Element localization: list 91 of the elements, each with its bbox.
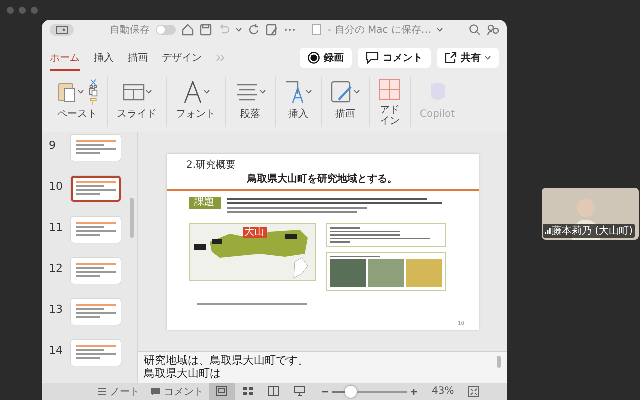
ribbon-group-label: スライド [117, 109, 157, 120]
slide-tag: 課題 [188, 196, 220, 208]
caret-icon [306, 90, 312, 94]
record-button[interactable]: 録画 [300, 48, 352, 68]
caret-icon [78, 90, 84, 94]
ribbon-tab[interactable]: 挿入 [94, 44, 114, 70]
zoom-slider-thumb[interactable] [344, 386, 357, 398]
ribbon-group-label: フォント [176, 109, 216, 120]
paste-icon[interactable] [57, 81, 77, 103]
ribbon-group-label: Copilot [420, 109, 456, 120]
search-icon[interactable] [469, 24, 481, 36]
fit-to-window-icon[interactable] [468, 386, 480, 398]
window-minimize-dot[interactable] [19, 6, 26, 14]
copy-icon[interactable] [89, 88, 98, 96]
format-painter-icon[interactable] [89, 96, 98, 106]
home-icon[interactable] [182, 24, 194, 36]
ribbon-group-label: 挿入 [288, 109, 308, 120]
slide-title: 鳥取県大山町を研究地域とする。 [246, 172, 398, 186]
ribbon-tab[interactable]: 描画 [128, 44, 148, 70]
ribbon-group[interactable]: アドイン [370, 77, 411, 127]
caret-icon [236, 28, 242, 32]
ribbon-group[interactable]: 挿入 [276, 77, 322, 127]
presenter-view-icon [294, 386, 306, 397]
ribbon-group-label: 段落 [240, 109, 260, 120]
slide-number: 9 [49, 138, 57, 152]
caret-icon [260, 90, 266, 94]
notes-icon[interactable] [97, 386, 107, 396]
caret-icon [146, 90, 152, 94]
notes-button[interactable]: ノート [92, 384, 145, 398]
caret-icon [204, 90, 210, 94]
slide-layout-icon[interactable] [122, 82, 144, 102]
slide-thumbnail[interactable] [71, 176, 121, 202]
slide-section-label: 2.研究概要 [186, 158, 238, 172]
grid-apps-icon[interactable] [379, 79, 401, 101]
ribbon-group[interactable]: ペースト [48, 77, 108, 127]
ribbon-group[interactable]: スライド [108, 77, 167, 127]
view-button[interactable] [209, 383, 235, 400]
slide-number: 13 [49, 302, 64, 316]
slide-thumbnail[interactable] [71, 258, 121, 284]
ribbon-group[interactable]: フォント [167, 77, 226, 127]
ribbon-tab[interactable]: デザイン [162, 44, 202, 70]
ribbon-tab[interactable]: ホーム [50, 44, 80, 70]
participant-name: 藤本莉乃 (大山町) [552, 224, 633, 238]
grid-view-icon [242, 386, 254, 397]
comments-button[interactable]: コメント [145, 384, 209, 398]
slide-number: 11 [49, 220, 64, 234]
sidebar-icon [56, 26, 68, 34]
scissors-icon[interactable] [89, 78, 98, 88]
sidebar-toggle-button[interactable] [50, 24, 74, 36]
document-icon[interactable] [312, 24, 322, 36]
caret-icon [485, 56, 491, 60]
zoom-percentage: 43% [432, 386, 454, 397]
edit-document-icon[interactable] [266, 24, 278, 36]
map-pin-label: 大山 [242, 227, 266, 238]
window-close-dot[interactable] [7, 6, 14, 14]
slide-number: 10 [49, 179, 64, 193]
slide-number: 14 [49, 343, 64, 357]
share-button[interactable]: 共有 [437, 48, 499, 68]
zoom-in-icon[interactable] [410, 388, 418, 396]
comment-icon[interactable] [150, 386, 161, 396]
speech-bubble-icon [366, 52, 379, 64]
ribbon-group[interactable]: 描画 [322, 77, 370, 127]
window-zoom-dot[interactable] [31, 6, 38, 14]
scrollbar[interactable] [497, 356, 501, 368]
ribbon-group[interactable]: 段落 [226, 77, 276, 127]
record-icon [308, 52, 320, 64]
slide-thumbnail[interactable] [71, 217, 121, 243]
caret-icon [354, 90, 360, 94]
insert-shape-icon[interactable] [285, 80, 305, 104]
normal-view-icon [216, 386, 228, 397]
save-icon[interactable] [200, 24, 212, 36]
comment-button[interactable]: コメント [358, 48, 431, 68]
font-icon[interactable] [182, 80, 202, 104]
autosave-label: 自動保存 [110, 24, 150, 37]
book-view-icon [268, 386, 280, 397]
caret-icon [437, 28, 444, 32]
slide-number: 12 [49, 261, 64, 275]
ribbon-group-label: アドイン [379, 105, 401, 127]
signal-icon [545, 228, 551, 234]
ribbon-group-label: 描画 [336, 109, 356, 120]
scrollbar[interactable] [130, 198, 134, 238]
share-icon [445, 52, 457, 64]
slide-thumbnail[interactable] [71, 299, 121, 325]
slide-thumbnail[interactable] [71, 340, 121, 366]
autosave-toggle[interactable] [156, 25, 176, 35]
redo-icon[interactable] [248, 24, 260, 36]
paragraph-align-icon[interactable] [235, 82, 259, 102]
slide-thumbnail[interactable] [71, 135, 121, 161]
ribbon-group-label: ペースト [58, 109, 98, 120]
people-icon[interactable] [487, 24, 499, 36]
draw-canvas-icon[interactable] [331, 81, 353, 103]
